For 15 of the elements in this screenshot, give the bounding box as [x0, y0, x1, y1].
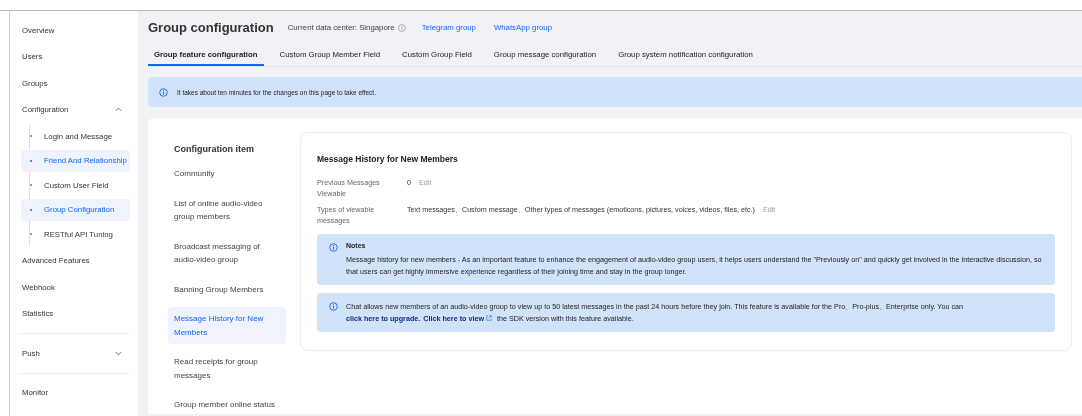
- external-link-icon: [486, 314, 492, 321]
- detail-title: Message History for New Members: [317, 154, 459, 164]
- info-icon: [329, 243, 338, 252]
- info-icon: [397, 23, 406, 32]
- config-item[interactable]: Read receipts for group messages: [168, 350, 286, 387]
- config-item[interactable]: Group member online status: [168, 393, 286, 416]
- config-heading: Configuration item: [174, 144, 255, 154]
- info-icon: [159, 87, 168, 97]
- config-item[interactable]: Broadcast messaging of audio-video group: [168, 234, 286, 272]
- page-title: Group configuration: [148, 20, 274, 35]
- config-item[interactable]: Banning Group Members: [168, 277, 286, 301]
- config-item[interactable]: List of online audio-video group members: [168, 191, 286, 229]
- info-icon: [329, 302, 338, 311]
- config-item[interactable]: Message History for New Members: [168, 307, 286, 344]
- config-item[interactable]: Community: [168, 162, 286, 186]
